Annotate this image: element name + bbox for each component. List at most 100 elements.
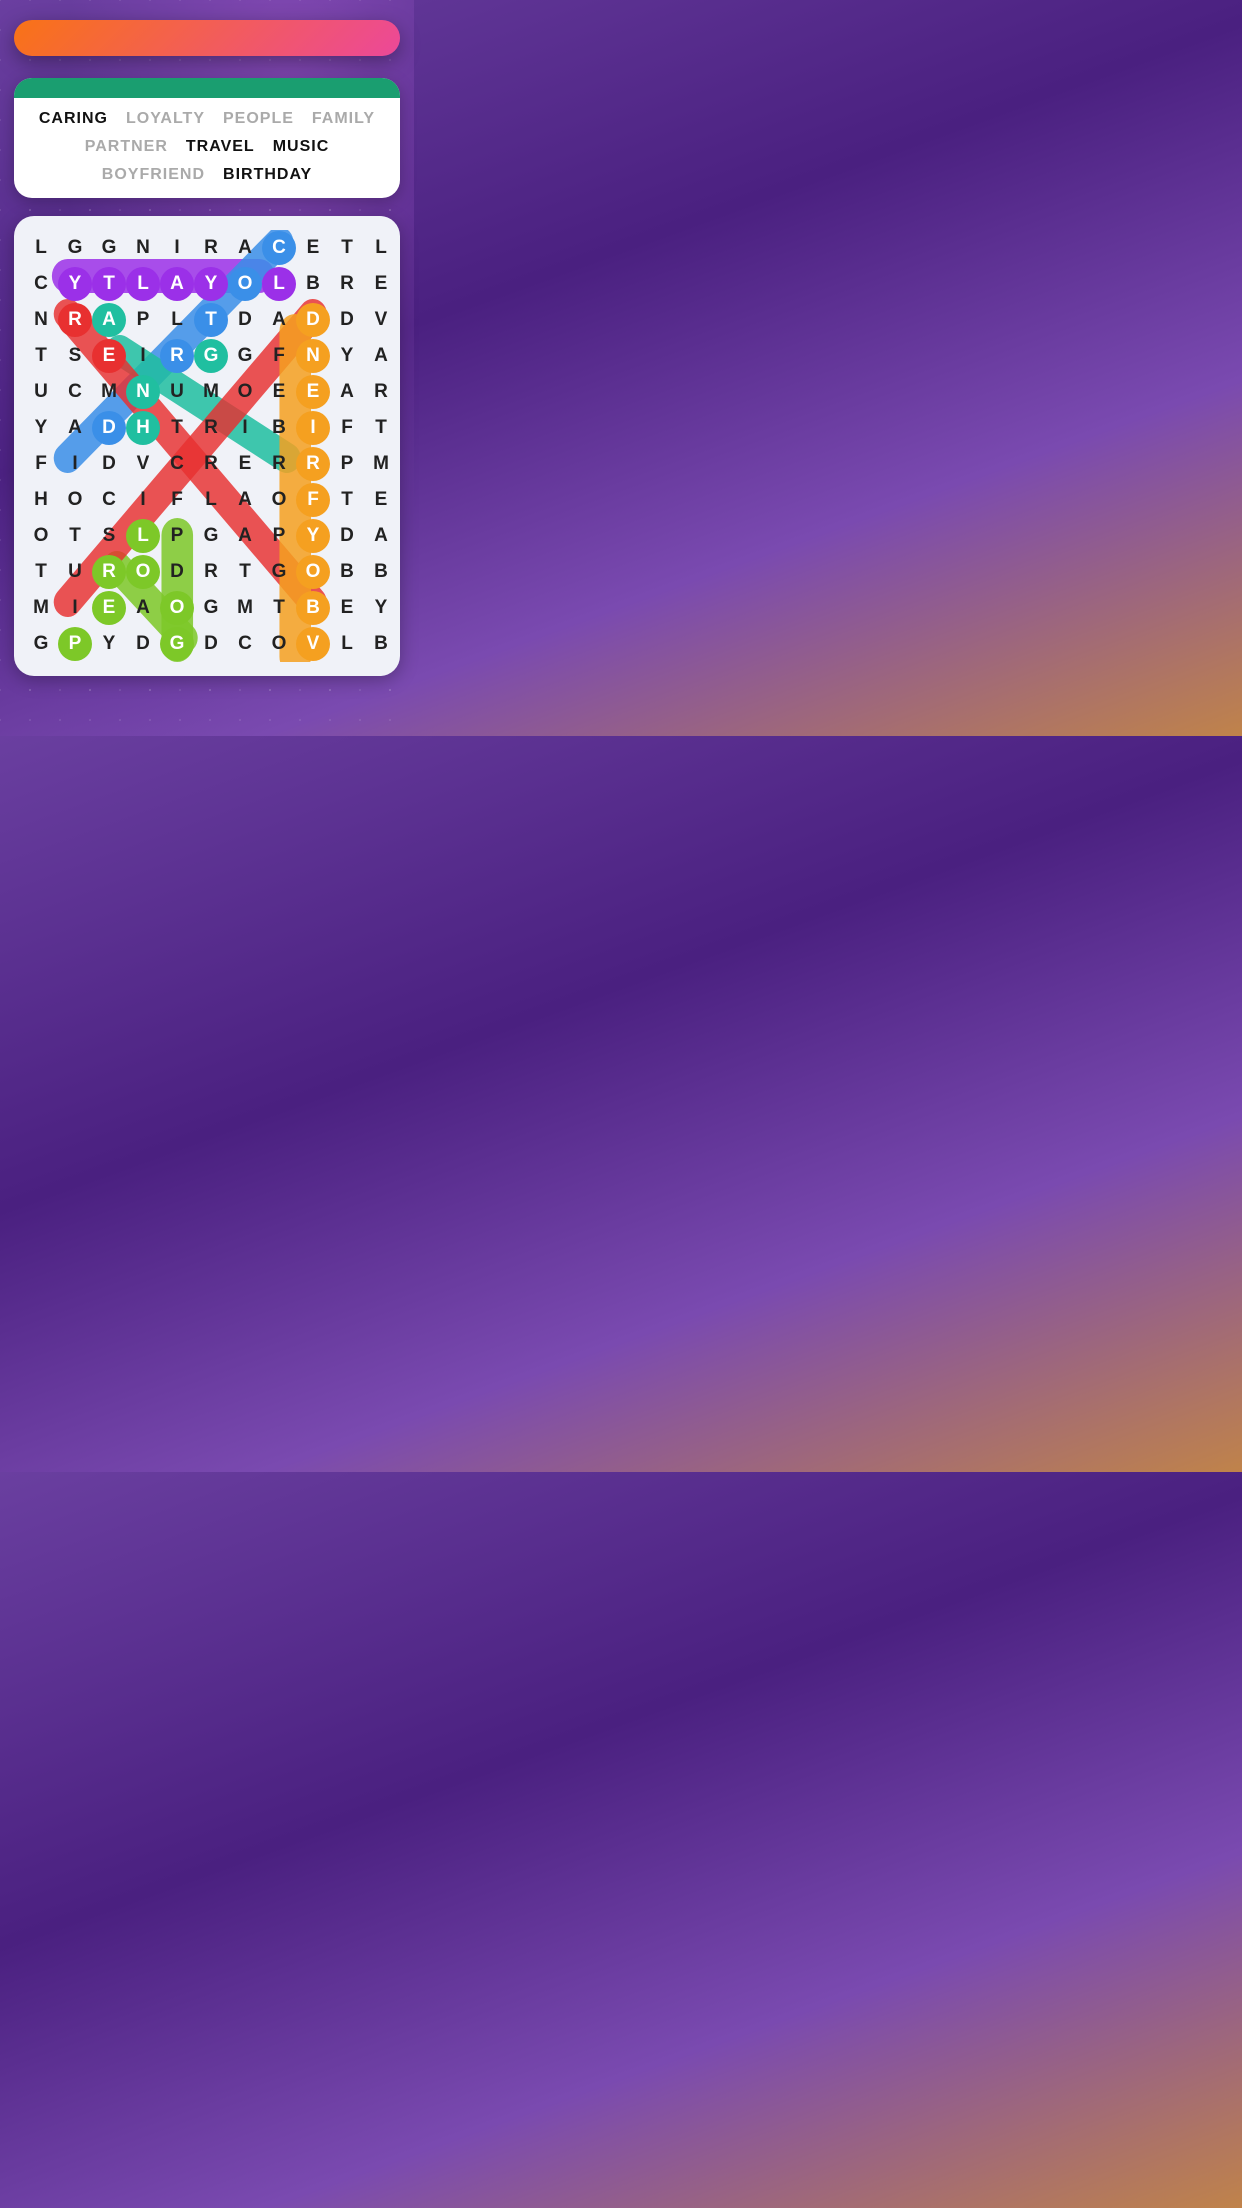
grid-cell[interactable]: R	[92, 554, 126, 590]
grid-cell[interactable]: D	[126, 626, 160, 662]
grid-cell[interactable]: F	[330, 410, 364, 446]
grid-cell[interactable]: A	[126, 590, 160, 626]
grid-cell[interactable]: Y	[194, 266, 228, 302]
grid-cell[interactable]: E	[364, 266, 398, 302]
grid-cell[interactable]: V	[364, 302, 398, 338]
grid-cell[interactable]: L	[160, 302, 194, 338]
grid-cell[interactable]: A	[364, 518, 398, 554]
grid-cell[interactable]: U	[160, 374, 194, 410]
grid-cell[interactable]: F	[24, 446, 58, 482]
grid-cell[interactable]: T	[262, 590, 296, 626]
grid-cell[interactable]: T	[194, 302, 228, 338]
grid-cell[interactable]: D	[92, 410, 126, 446]
grid-cell[interactable]: T	[24, 338, 58, 374]
grid-cell[interactable]: R	[296, 446, 330, 482]
grid-cell[interactable]: F	[262, 338, 296, 374]
grid-cell[interactable]: O	[262, 482, 296, 518]
grid-cell[interactable]: L	[262, 266, 296, 302]
grid-cell[interactable]: I	[160, 230, 194, 266]
grid-cell[interactable]: E	[92, 590, 126, 626]
grid-cell[interactable]: V	[296, 626, 330, 662]
grid-cell[interactable]: N	[296, 338, 330, 374]
grid-cell[interactable]: I	[126, 482, 160, 518]
grid-cell[interactable]: R	[194, 446, 228, 482]
grid-cell[interactable]: D	[330, 302, 364, 338]
grid-cell[interactable]: A	[58, 410, 92, 446]
grid-cell[interactable]: A	[364, 338, 398, 374]
grid-cell[interactable]: G	[24, 626, 58, 662]
grid-cell[interactable]: O	[262, 626, 296, 662]
grid-cell[interactable]: A	[92, 302, 126, 338]
grid-cell[interactable]: M	[194, 374, 228, 410]
grid-cell[interactable]: M	[364, 446, 398, 482]
grid-cell[interactable]: G	[194, 518, 228, 554]
grid-cell[interactable]: R	[160, 338, 194, 374]
grid-cell[interactable]: L	[126, 266, 160, 302]
grid-cell[interactable]: S	[58, 338, 92, 374]
grid-cell[interactable]: O	[58, 482, 92, 518]
grid-cell[interactable]: T	[330, 230, 364, 266]
grid-cell[interactable]: Y	[296, 518, 330, 554]
grid-cell[interactable]: G	[262, 554, 296, 590]
grid-cell[interactable]: R	[58, 302, 92, 338]
grid-cell[interactable]: R	[364, 374, 398, 410]
grid-cell[interactable]: M	[228, 590, 262, 626]
grid-cell[interactable]: T	[24, 554, 58, 590]
grid-cell[interactable]: Y	[24, 410, 58, 446]
grid-cell[interactable]: I	[126, 338, 160, 374]
grid-cell[interactable]: N	[126, 374, 160, 410]
grid-cell[interactable]: L	[194, 482, 228, 518]
grid-cell[interactable]: A	[228, 518, 262, 554]
grid-cell[interactable]: D	[330, 518, 364, 554]
grid-cell[interactable]: C	[58, 374, 92, 410]
grid-cell[interactable]: T	[364, 410, 398, 446]
grid-cell[interactable]: O	[126, 554, 160, 590]
grid-cell[interactable]: D	[194, 626, 228, 662]
grid-cell[interactable]: A	[228, 230, 262, 266]
grid-cell[interactable]: I	[228, 410, 262, 446]
grid-cell[interactable]: F	[160, 482, 194, 518]
grid-cell[interactable]: T	[92, 266, 126, 302]
grid-cell[interactable]: D	[160, 554, 194, 590]
grid-cell[interactable]: C	[228, 626, 262, 662]
grid-cell[interactable]: H	[126, 410, 160, 446]
grid-cell[interactable]: G	[194, 338, 228, 374]
grid-cell[interactable]: L	[330, 626, 364, 662]
grid-cell[interactable]: D	[296, 302, 330, 338]
grid-cell[interactable]: H	[24, 482, 58, 518]
grid-cell[interactable]: E	[92, 338, 126, 374]
grid-cell[interactable]: C	[24, 266, 58, 302]
grid-cell[interactable]: G	[228, 338, 262, 374]
grid-cell[interactable]: E	[364, 482, 398, 518]
grid-cell[interactable]: P	[330, 446, 364, 482]
grid-cell[interactable]: V	[126, 446, 160, 482]
grid-cell[interactable]: D	[228, 302, 262, 338]
grid-cell[interactable]: O	[296, 554, 330, 590]
grid-cell[interactable]: E	[296, 230, 330, 266]
grid-cell[interactable]: G	[58, 230, 92, 266]
grid-cell[interactable]: D	[92, 446, 126, 482]
grid-cell[interactable]: G	[92, 230, 126, 266]
grid-cell[interactable]: C	[160, 446, 194, 482]
grid-cell[interactable]: R	[194, 230, 228, 266]
grid-cell[interactable]: B	[330, 554, 364, 590]
grid-cell[interactable]: R	[194, 410, 228, 446]
grid-cell[interactable]: M	[24, 590, 58, 626]
grid-cell[interactable]: A	[228, 482, 262, 518]
grid-cell[interactable]: B	[364, 554, 398, 590]
grid-cell[interactable]: A	[160, 266, 194, 302]
grid-cell[interactable]: A	[330, 374, 364, 410]
grid-cell[interactable]: B	[296, 266, 330, 302]
grid-cell[interactable]: O	[24, 518, 58, 554]
grid-cell[interactable]: O	[160, 590, 194, 626]
grid-cell[interactable]: L	[24, 230, 58, 266]
grid-cell[interactable]: O	[228, 374, 262, 410]
grid-cell[interactable]: R	[262, 446, 296, 482]
grid-cell[interactable]: P	[262, 518, 296, 554]
grid-cell[interactable]: B	[364, 626, 398, 662]
grid-cell[interactable]: G	[160, 626, 194, 662]
grid-cell[interactable]: P	[58, 626, 92, 662]
grid-cell[interactable]: Y	[92, 626, 126, 662]
grid-cell[interactable]: N	[126, 230, 160, 266]
grid-cell[interactable]: P	[160, 518, 194, 554]
